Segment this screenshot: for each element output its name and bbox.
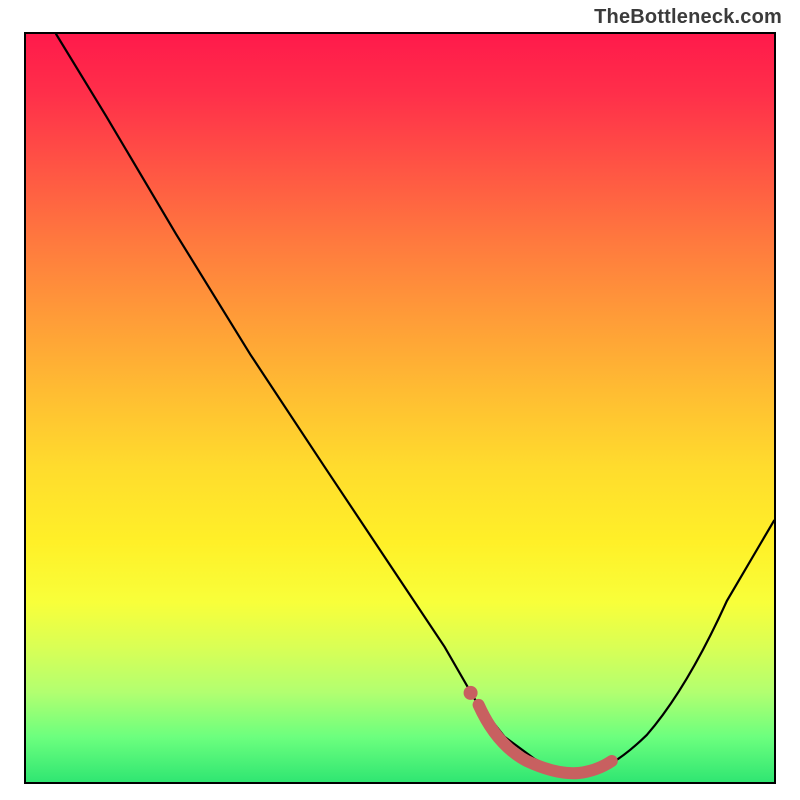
bottleneck-curve-svg	[26, 34, 774, 782]
attribution-text: TheBottleneck.com	[594, 6, 782, 29]
chart-container: TheBottleneck.com	[0, 0, 800, 800]
highlight-dot	[464, 686, 478, 700]
highlight-segment	[479, 705, 612, 773]
bottleneck-curve	[56, 34, 774, 773]
plot-area	[24, 32, 776, 784]
